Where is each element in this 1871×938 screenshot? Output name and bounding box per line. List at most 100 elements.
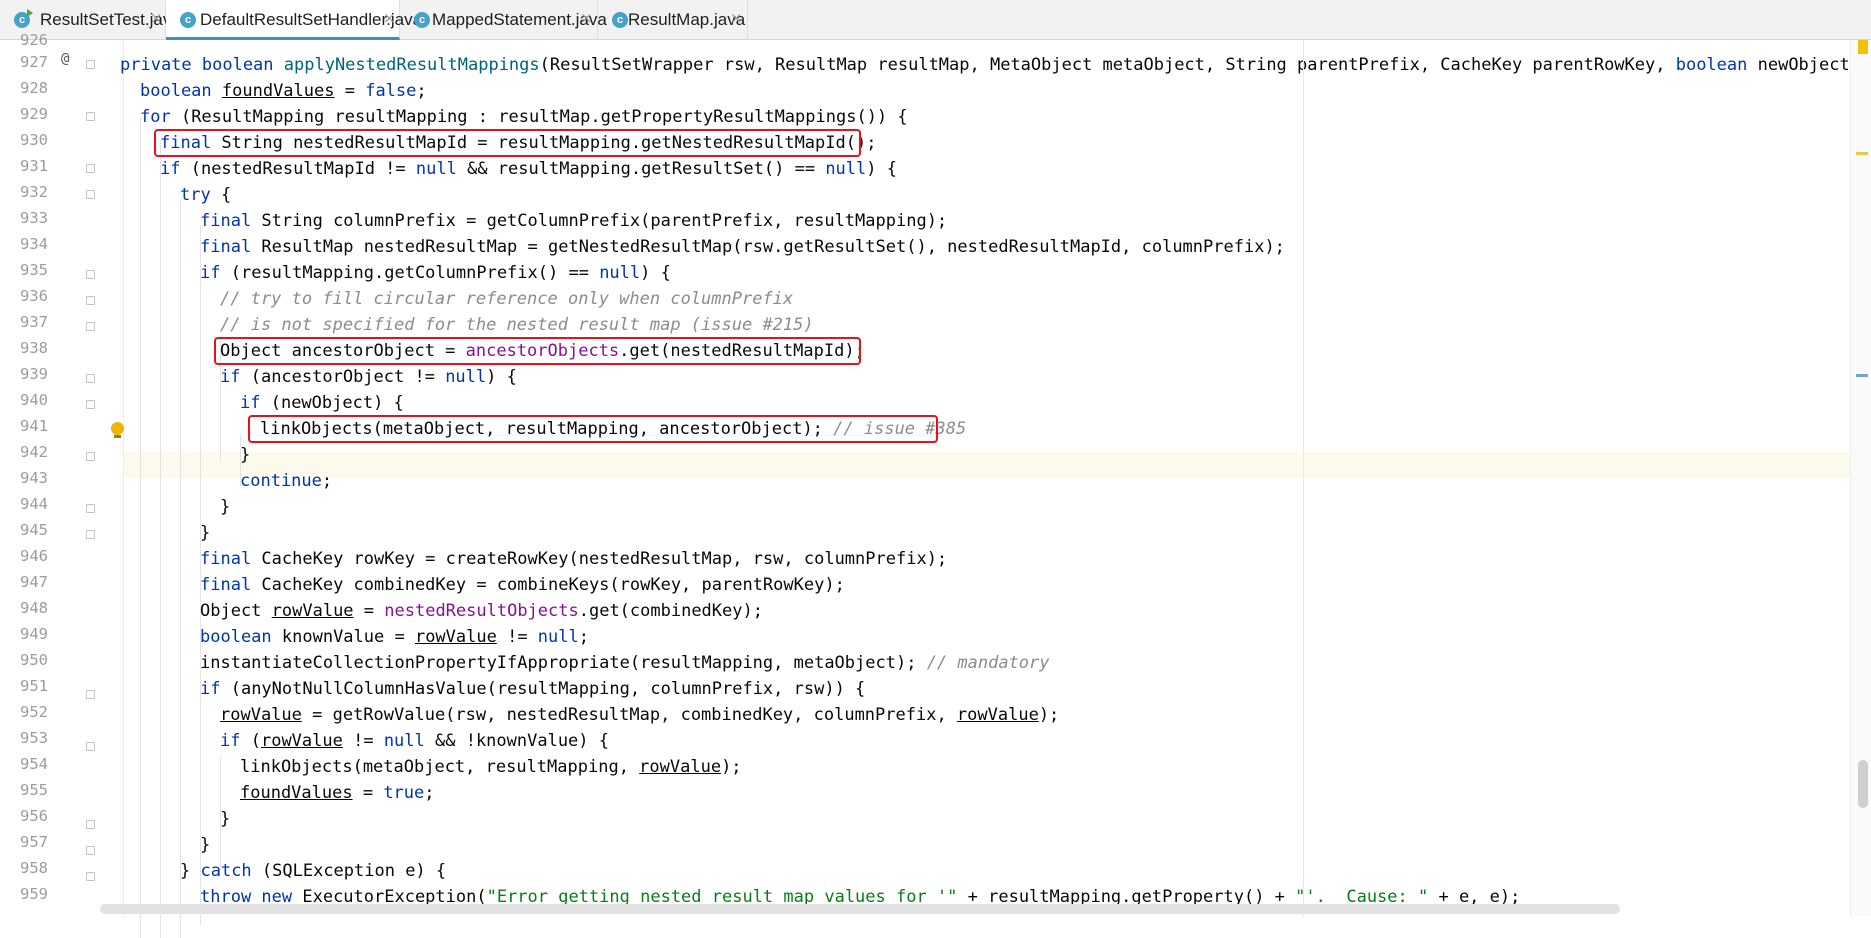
fold-marker-icon[interactable]	[86, 164, 95, 173]
line-number: 932	[20, 183, 48, 201]
override-annotation-icon[interactable]: @	[61, 51, 69, 67]
line-number: 958	[20, 859, 48, 877]
fold-marker-icon[interactable]	[86, 690, 95, 699]
code-line-948[interactable]: Object rowValue = nestedResultObjects.ge…	[200, 598, 763, 624]
fold-marker-icon[interactable]	[86, 112, 95, 121]
fold-marker-icon[interactable]	[86, 322, 95, 331]
code-line-928[interactable]: boolean foundValues = false;	[140, 78, 427, 104]
code-line-956[interactable]: }	[220, 806, 230, 832]
code-line-947[interactable]: final CacheKey combinedKey = combineKeys…	[200, 572, 845, 598]
code-editor[interactable]: private boolean applyNestedResultMapping…	[120, 40, 1871, 938]
code-line-940[interactable]: if (newObject) {	[240, 390, 404, 416]
line-number: 944	[20, 495, 48, 513]
code-line-949[interactable]: boolean knownValue = rowValue != null;	[200, 624, 589, 650]
line-number: 951	[20, 677, 48, 695]
close-icon[interactable]: ×	[383, 9, 396, 27]
fold-marker-icon[interactable]	[86, 374, 95, 383]
editor-gutter[interactable]: 926 927 928 929 930 931 932 933 934 935 936 937 938…	[0, 31, 124, 916]
fold-marker-icon[interactable]	[86, 846, 95, 855]
code-line-946[interactable]: final CacheKey rowKey = createRowKey(nes…	[200, 546, 947, 572]
fold-marker-icon[interactable]	[86, 452, 95, 461]
fold-marker-icon[interactable]	[86, 820, 95, 829]
close-icon[interactable]: ×	[730, 9, 743, 27]
fold-marker-icon[interactable]	[86, 296, 95, 305]
editor-tab-bar: c ResultSetTest.java × c DefaultResultSe…	[0, 0, 1871, 40]
code-line-951[interactable]: if (anyNotNullColumnHasValue(resultMappi…	[200, 676, 865, 702]
code-line-937[interactable]: // is not specified for the nested resul…	[220, 312, 814, 338]
fold-marker-icon[interactable]	[86, 60, 95, 69]
fold-marker-icon[interactable]	[86, 400, 95, 409]
close-icon[interactable]: ×	[580, 9, 593, 27]
tab-label: ResultMap.java	[628, 10, 746, 29]
java-class-run-icon: c	[14, 9, 33, 28]
code-line-955[interactable]: foundValues = true;	[240, 780, 435, 806]
fold-marker-icon[interactable]	[86, 872, 95, 881]
line-number: 936	[20, 287, 48, 305]
line-number: 952	[20, 703, 48, 721]
code-line-943[interactable]: continue;	[240, 468, 332, 494]
code-line-929[interactable]: for (ResultMapping resultMapping : resul…	[140, 104, 908, 130]
line-number: 945	[20, 521, 48, 539]
code-line-939[interactable]: if (ancestorObject != null) {	[220, 364, 517, 390]
right-margin-guide	[1303, 40, 1304, 916]
tab-resultmap[interactable]: c ResultMap.java ×	[598, 0, 748, 40]
code-line-932[interactable]: try {	[180, 182, 231, 208]
highlight-box-line-930	[154, 129, 861, 157]
code-line-933[interactable]: final String columnPrefix = getColumnPre…	[200, 208, 947, 234]
warning-marker[interactable]	[1856, 152, 1868, 155]
code-line-950[interactable]: instantiateCollectionPropertyIfAppropria…	[200, 650, 1050, 676]
code-line-936[interactable]: // try to fill circular reference only w…	[220, 286, 793, 312]
line-number: 934	[20, 235, 48, 253]
warning-status-icon[interactable]	[1858, 40, 1868, 54]
code-line-942[interactable]: }	[240, 442, 250, 468]
error-stripe[interactable]	[1850, 40, 1871, 916]
line-number: 927	[20, 53, 48, 71]
caret-line-highlight	[124, 452, 1864, 478]
fold-marker-icon[interactable]	[86, 504, 95, 513]
intention-bulb-icon[interactable]	[111, 422, 124, 438]
code-line-927[interactable]: private boolean applyNestedResultMapping…	[120, 52, 1871, 78]
line-number: 931	[20, 157, 48, 175]
line-number: 956	[20, 807, 48, 825]
tab-mappedstatement[interactable]: c MappedStatement.java ×	[400, 0, 607, 40]
tab-defaultresultsethandler[interactable]: c DefaultResultSetHandler.java ×	[166, 0, 422, 40]
line-number: 959	[20, 885, 48, 903]
code-line-934[interactable]: final ResultMap nestedResultMap = getNes…	[200, 234, 1285, 260]
code-line-931[interactable]: if (nestedResultMapId != null && resultM…	[160, 156, 897, 182]
line-number: 939	[20, 365, 48, 383]
line-number: 937	[20, 313, 48, 331]
java-class-icon: c	[612, 12, 628, 28]
java-class-icon: c	[180, 12, 196, 28]
fold-marker-icon[interactable]	[86, 530, 95, 539]
line-number: 949	[20, 625, 48, 643]
usage-marker[interactable]	[1856, 374, 1868, 377]
line-number: 928	[20, 79, 48, 97]
horizontal-scrollbar[interactable]	[100, 904, 1620, 914]
fold-marker-icon[interactable]	[86, 190, 95, 199]
line-number: 955	[20, 781, 48, 799]
code-line-958[interactable]: } catch (SQLException e) {	[180, 858, 446, 884]
line-number: 947	[20, 573, 48, 591]
highlight-box-line-938	[214, 337, 861, 365]
code-line-953[interactable]: if (rowValue != null && !knownValue) {	[220, 728, 609, 754]
fold-marker-icon[interactable]	[86, 270, 95, 279]
code-line-957[interactable]: }	[200, 832, 210, 858]
code-line-945[interactable]: }	[200, 520, 210, 546]
code-line-952[interactable]: rowValue = getRowValue(rsw, nestedResult…	[220, 702, 1059, 728]
indent-guide	[160, 140, 161, 938]
code-line-954[interactable]: linkObjects(metaObject, resultMapping, r…	[240, 754, 742, 780]
close-icon[interactable]: ×	[150, 9, 163, 27]
fold-marker-icon[interactable]	[86, 742, 95, 751]
line-number: 943	[20, 469, 48, 487]
line-number: 935	[20, 261, 48, 279]
line-number: 930	[20, 131, 48, 149]
line-number: 954	[20, 755, 48, 773]
line-number: 950	[20, 651, 48, 669]
line-number: 929	[20, 105, 48, 123]
vertical-scrollbar-thumb[interactable]	[1858, 760, 1868, 808]
line-number: 946	[20, 547, 48, 565]
line-number: 953	[20, 729, 48, 747]
code-line-935[interactable]: if (resultMapping.getColumnPrefix() == n…	[200, 260, 671, 286]
line-number: 948	[20, 599, 48, 617]
code-line-944[interactable]: }	[220, 494, 230, 520]
